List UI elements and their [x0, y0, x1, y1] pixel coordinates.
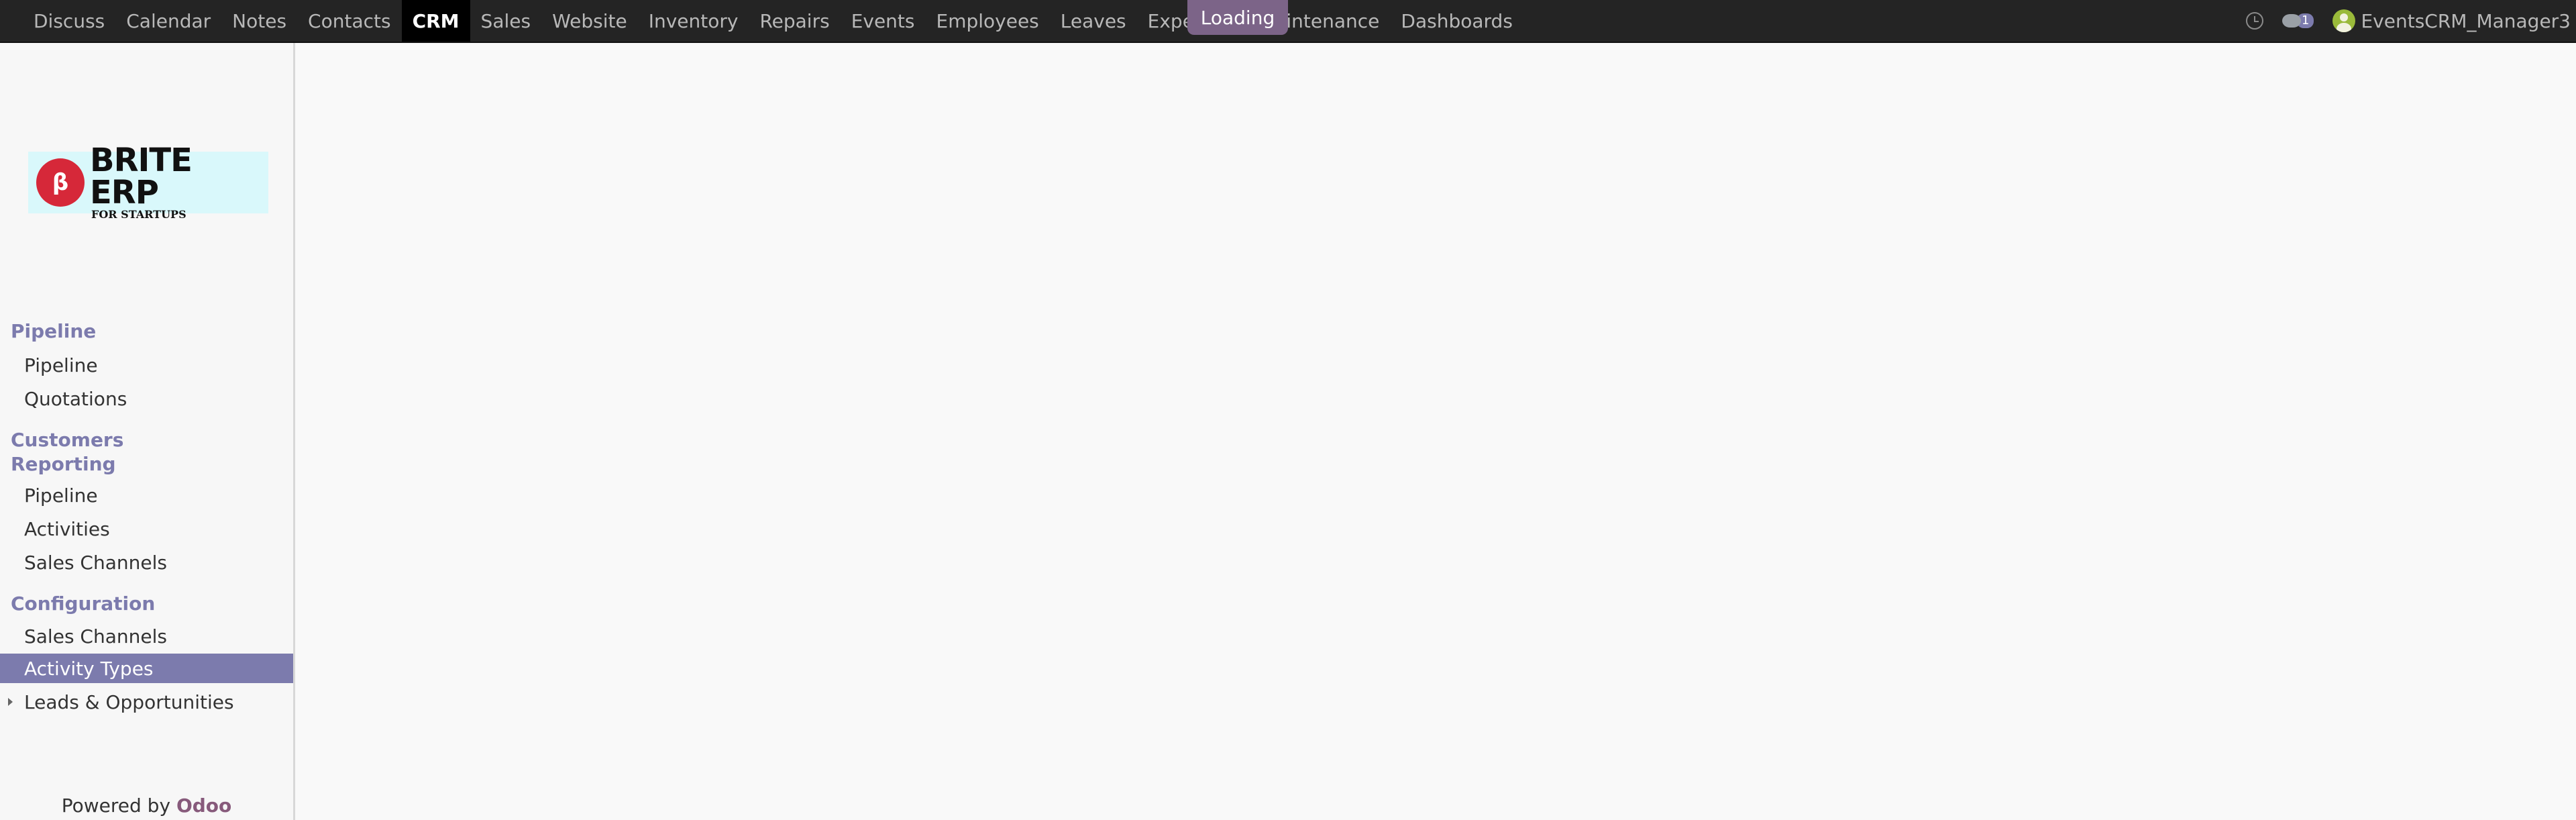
sidebar: β BRITE ERP FOR STARTUPS Pipeline Pipeli…	[0, 43, 295, 820]
app-discuss[interactable]: Discuss	[23, 0, 115, 42]
app-crm[interactable]: CRM	[401, 0, 470, 42]
chat-icon	[2282, 14, 2302, 28]
sidebar-item-config-sales-channels[interactable]: Sales Channels	[0, 621, 293, 651]
sidebar-item-activities[interactable]: Activities	[0, 514, 293, 544]
app-menu: Discuss Calendar Notes Contacts CRM Sale…	[23, 0, 1523, 42]
app-dashboards[interactable]: Dashboards	[1390, 0, 1523, 42]
powered-by: Powered by Odoo	[0, 795, 293, 817]
section-configuration[interactable]: Configuration	[11, 592, 155, 616]
logo-mark: β	[36, 158, 85, 207]
clock-icon	[2246, 12, 2264, 30]
sidebar-item-label: Leads & Opportunities	[24, 690, 234, 713]
activities-button[interactable]	[2246, 12, 2264, 30]
app-events[interactable]: Events	[841, 0, 926, 42]
app-contacts[interactable]: Contacts	[297, 0, 402, 42]
app-leaves[interactable]: Leaves	[1050, 0, 1137, 42]
sidebar-item-leads-opportunities[interactable]: Leads & Opportunities	[0, 687, 293, 717]
avatar	[2332, 9, 2356, 32]
app-calendar[interactable]: Calendar	[115, 0, 221, 42]
app-inventory[interactable]: Inventory	[638, 0, 749, 42]
company-logo[interactable]: β BRITE ERP FOR STARTUPS	[28, 144, 268, 221]
sidebar-item-activity-types[interactable]: Activity Types	[0, 654, 293, 683]
user-menu[interactable]: EventsCRM_Manager3	[2332, 9, 2571, 32]
main-content	[297, 43, 2576, 820]
section-customers[interactable]: Customers	[11, 428, 123, 452]
app-notes[interactable]: Notes	[221, 0, 297, 42]
app-website[interactable]: Website	[541, 0, 638, 42]
sidebar-item-quotations[interactable]: Quotations	[0, 384, 293, 413]
logo-tagline: FOR STARTUPS	[91, 208, 186, 221]
caret-right-icon	[8, 698, 13, 706]
sidebar-item-pipeline[interactable]: Pipeline	[0, 350, 293, 380]
loading-indicator: Loading	[1187, 0, 1288, 35]
section-pipeline[interactable]: Pipeline	[11, 319, 96, 344]
section-reporting[interactable]: Reporting	[11, 452, 116, 476]
top-navbar: Discuss Calendar Notes Contacts CRM Sale…	[0, 0, 2576, 43]
app-sales[interactable]: Sales	[470, 0, 542, 42]
messaging-button[interactable]: 1	[2282, 13, 2314, 28]
logo-name: BRITE ERP	[90, 142, 193, 211]
sidebar-item-report-pipeline[interactable]: Pipeline	[0, 480, 293, 510]
sidebar-item-report-sales-channels[interactable]: Sales Channels	[0, 548, 293, 577]
systray: 1 EventsCRM_Manager3	[2227, 0, 2571, 42]
odoo-link[interactable]: Odoo	[176, 795, 231, 817]
powered-by-label: Powered by	[61, 795, 171, 817]
app-repairs[interactable]: Repairs	[749, 0, 840, 42]
user-name: EventsCRM_Manager3	[2361, 9, 2571, 32]
app-employees[interactable]: Employees	[926, 0, 1050, 42]
